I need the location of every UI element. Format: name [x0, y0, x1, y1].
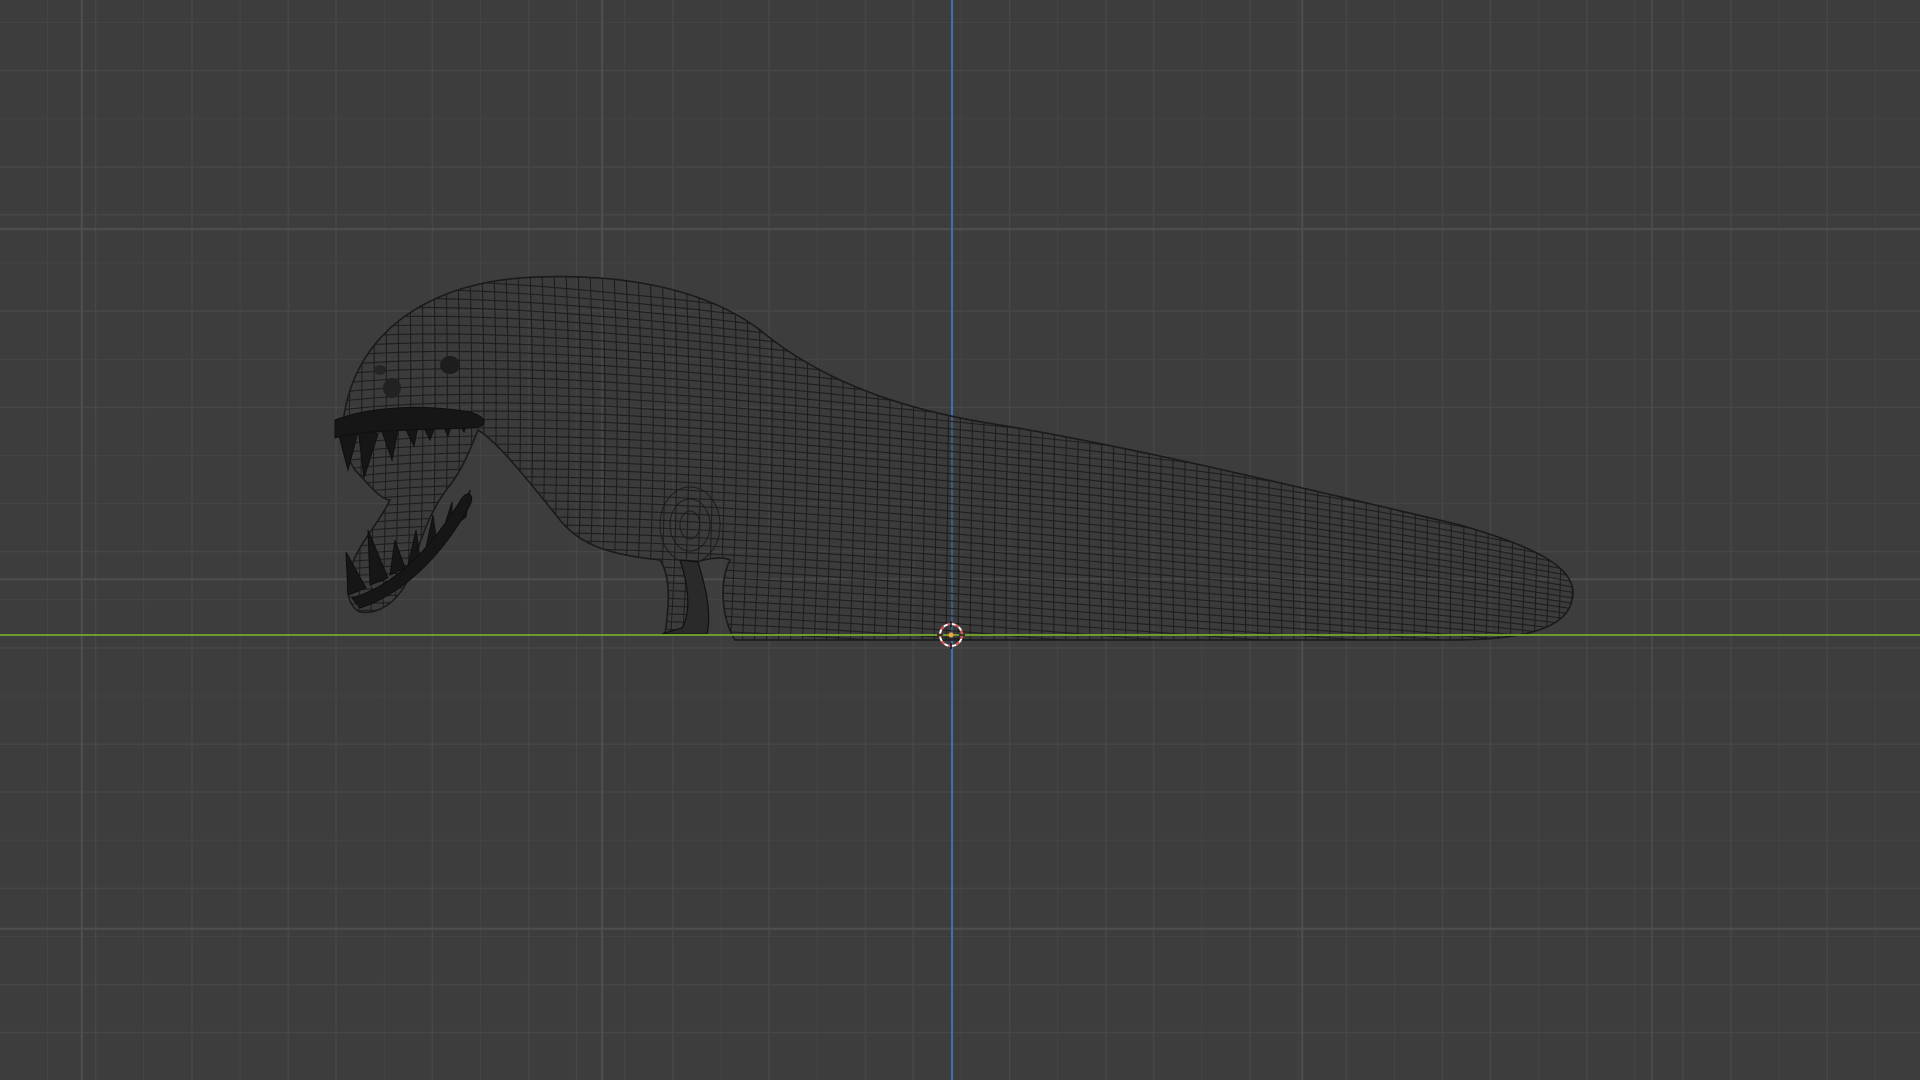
wire-edge: [1582, 270, 1588, 650]
3d-cursor-icon[interactable]: [937, 621, 965, 649]
wire-edge: [340, 645, 1590, 702]
3d-viewport[interactable]: [0, 0, 1920, 1080]
wire-edge: [343, 637, 1574, 640]
creature-wireframe-mesh[interactable]: [0, 0, 1920, 1080]
